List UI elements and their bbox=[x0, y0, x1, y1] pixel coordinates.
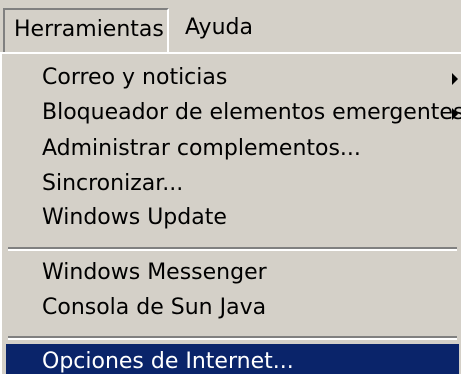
application-window: Herramientas Ayuda Correo y noticias Blo… bbox=[0, 0, 461, 374]
menu-item-sincronizar[interactable]: Sincronizar... bbox=[6, 166, 459, 202]
menu-item-windows-update[interactable]: Windows Update bbox=[6, 200, 459, 236]
menu-item-bloqueador-elementos-emergentes[interactable]: Bloqueador de elementos emergentes bbox=[6, 95, 461, 131]
menu-item-correo-y-noticias[interactable]: Correo y noticias bbox=[6, 60, 459, 96]
menu-item-label: Administrar complementos... bbox=[42, 136, 361, 161]
submenu-arrow-icon bbox=[452, 73, 458, 85]
menubar-item-ayuda[interactable]: Ayuda bbox=[176, 8, 262, 48]
submenu-arrow-icon bbox=[452, 108, 458, 120]
menu-separator bbox=[8, 247, 457, 251]
menu-item-windows-messenger[interactable]: Windows Messenger bbox=[6, 255, 459, 291]
menu-item-label: Windows Update bbox=[42, 205, 227, 230]
menu-item-label: Sincronizar... bbox=[42, 171, 184, 196]
menu-item-label: Consola de Sun Java bbox=[42, 295, 267, 320]
menu-item-opciones-de-internet[interactable]: Opciones de Internet... bbox=[6, 344, 459, 374]
menu-item-label: Opciones de Internet... bbox=[42, 349, 294, 374]
menu-bar: Herramientas Ayuda bbox=[0, 0, 461, 56]
menu-item-consola-sun-java[interactable]: Consola de Sun Java bbox=[6, 290, 459, 326]
menu-item-label: Correo y noticias bbox=[42, 65, 228, 90]
tools-dropdown-menu: Correo y noticias Bloqueador de elemento… bbox=[0, 52, 461, 374]
menubar-item-herramientas[interactable]: Herramientas bbox=[3, 8, 169, 54]
menu-separator bbox=[8, 336, 457, 340]
menu-item-label: Bloqueador de elementos emergentes bbox=[42, 100, 461, 125]
menu-item-administrar-complementos[interactable]: Administrar complementos... bbox=[6, 131, 459, 167]
menu-item-label: Windows Messenger bbox=[42, 260, 267, 285]
